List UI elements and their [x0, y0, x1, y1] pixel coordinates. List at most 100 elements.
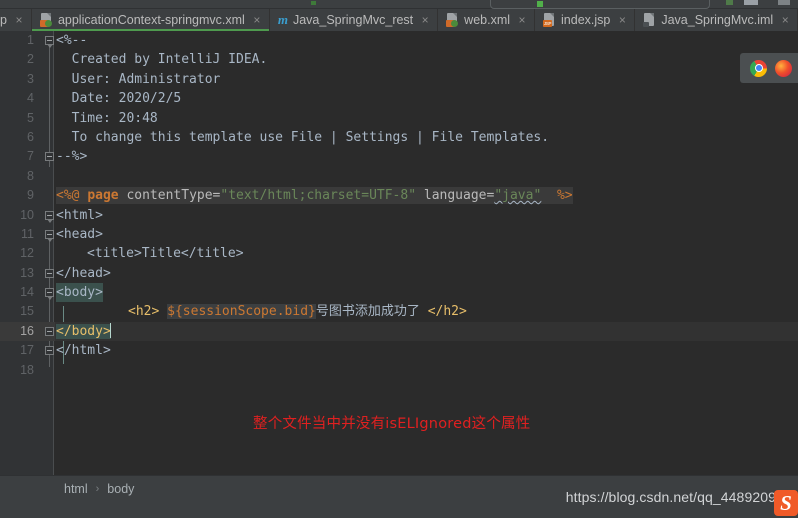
- line-number: 3: [27, 71, 34, 86]
- code-line-2: 2 Created by IntelliJ IDEA.: [0, 50, 798, 69]
- tab-web-xml[interactable]: web.xml ×: [438, 9, 536, 31]
- code-line-15: 15 <h2> ${sessionScope.bid}号图书添加成功了 </h2…: [0, 302, 798, 321]
- tab-index-jsp[interactable]: JSP index.jsp ×: [535, 9, 636, 31]
- firefox-icon[interactable]: [775, 59, 792, 77]
- line-content: <head>: [56, 226, 103, 242]
- tab-label: applicationContext-springmvc.xml: [57, 13, 245, 27]
- line-number: 17: [20, 343, 34, 358]
- fold-toggle-icon[interactable]: [45, 210, 54, 223]
- line-content: Time: 20:48: [56, 110, 158, 126]
- sogou-logo-icon: S: [774, 490, 798, 516]
- code-line-10: 10 <html>: [0, 206, 798, 225]
- line-number: 7: [27, 149, 34, 164]
- iml-file-icon: [643, 13, 656, 27]
- tab-java-springmvc-iml[interactable]: Java_SpringMvc.iml ×: [635, 9, 798, 31]
- breadcrumb-item-html[interactable]: html: [64, 482, 88, 496]
- tab-applicationcontext-springmvc-xml[interactable]: applicationContext-springmvc.xml ×: [31, 9, 270, 31]
- code-line-6: 6 To change this template use File | Set…: [0, 128, 798, 147]
- close-icon[interactable]: ×: [517, 14, 527, 26]
- run-button-icon[interactable]: [537, 1, 543, 7]
- tab-java-springmvc-rest[interactable]: m Java_SpringMvc_rest ×: [270, 9, 439, 31]
- code-line-14: 14 <body>: [0, 283, 798, 303]
- fold-toggle-icon[interactable]: [45, 326, 54, 336]
- line-number: 2: [27, 52, 34, 67]
- breadcrumb-item-body[interactable]: body: [107, 482, 134, 496]
- line-content: <body>: [56, 283, 103, 303]
- line-number: 10: [20, 207, 34, 222]
- line-number: 4: [27, 91, 34, 106]
- line-content: </head>: [56, 265, 111, 281]
- line-number: 9: [27, 188, 34, 203]
- code-editor[interactable]: 1 <%-- 2 Created by IntelliJ IDEA. 3 Use…: [0, 31, 798, 475]
- editor-tab-bar[interactable]: p × applicationContext-springmvc.xml × m…: [0, 9, 798, 31]
- xml-file-icon: [39, 13, 53, 27]
- line-content: <title>Title</title>: [87, 246, 244, 262]
- code-line-12: 12 <title>Title</title>: [0, 244, 798, 263]
- close-icon[interactable]: ×: [252, 14, 262, 26]
- toolbar-run-config-pill[interactable]: [490, 0, 710, 9]
- code-line-16: 16 </body>: [0, 321, 798, 342]
- close-icon[interactable]: ×: [617, 14, 627, 26]
- line-content: <html>: [56, 207, 103, 223]
- attr-language-value: "java": [494, 188, 542, 204]
- tab-clipped-left[interactable]: p ×: [0, 9, 32, 31]
- line-number: 6: [27, 129, 34, 144]
- tab-label: Java_SpringMvc.iml: [661, 13, 774, 27]
- h2-inner-text: 号图书添加成功了: [315, 304, 420, 320]
- line-content: To change this template use File | Setti…: [56, 129, 550, 145]
- line-number: 5: [27, 110, 34, 125]
- jsp-directive-keyword: page: [87, 188, 119, 204]
- line-content: User: Administrator: [56, 71, 221, 87]
- line-content: <h2> ${sessionScope.bid}号图书添加成功了 </h2>: [128, 302, 467, 321]
- code-line-18: 18: [0, 361, 798, 380]
- toolbar-chip-gray-icon: [744, 0, 758, 5]
- tab-label: web.xml: [464, 13, 511, 27]
- code-line-3: 3 User: Administrator: [0, 70, 798, 89]
- browser-preview-popup[interactable]: [740, 53, 798, 83]
- chevron-right-icon: ›: [95, 483, 100, 495]
- module-icon: m: [277, 12, 288, 27]
- close-icon[interactable]: ×: [420, 14, 430, 26]
- code-line-1: 1 <%--: [0, 31, 798, 50]
- toolbar-chip-green-icon: [726, 0, 733, 5]
- h2-close-tag: </h2>: [427, 304, 467, 320]
- tab-label: index.jsp: [561, 13, 611, 27]
- attr-contenttype-value: "text/html;charset=UTF-8": [220, 188, 417, 204]
- attr-language: language=: [423, 188, 495, 204]
- fold-toggle-icon[interactable]: [45, 268, 54, 278]
- close-icon[interactable]: ×: [14, 14, 24, 26]
- line-content: </html>: [56, 343, 111, 359]
- fold-toggle-icon[interactable]: [45, 36, 54, 48]
- fold-toggle-icon[interactable]: [45, 152, 54, 162]
- jsp-directive-close: %>: [556, 188, 573, 204]
- code-line-5: 5 Time: 20:48: [0, 109, 798, 128]
- line-content: --%>: [56, 149, 88, 165]
- line-number: 16: [20, 323, 34, 338]
- fold-toggle-icon[interactable]: [45, 229, 54, 242]
- text-caret: [109, 322, 111, 338]
- code-line-9: 9 <%@ page contentType="text/html;charse…: [0, 186, 798, 205]
- line-content: <%@ page contentType="text/html;charset=…: [56, 186, 573, 205]
- body-close-tag: </body>: [56, 323, 111, 339]
- line-number: 1: [27, 33, 34, 47]
- code-line-13: 13 </head>: [0, 264, 798, 283]
- line-content: </body>: [56, 322, 111, 341]
- h2-open-tag: <h2>: [128, 304, 160, 320]
- toolbar-strip: [0, 0, 798, 9]
- tab-label: p: [0, 13, 7, 27]
- red-annotation-text: 整个文件当中并没有isELIgnored这个属性: [253, 416, 531, 432]
- code-line-4: 4 Date: 2020/2/5: [0, 89, 798, 108]
- tab-label: Java_SpringMvc_rest: [292, 13, 414, 27]
- toolbar-green-marker-icon: [311, 1, 316, 5]
- code-line-11: 11 <head>: [0, 225, 798, 244]
- close-icon[interactable]: ×: [780, 14, 790, 26]
- line-number: 13: [20, 265, 34, 280]
- fold-toggle-icon[interactable]: [45, 346, 54, 356]
- el-expression: ${sessionScope.bid}: [167, 304, 316, 320]
- jsp-directive-open: <%@: [56, 188, 80, 204]
- code-line-17: 17 </html>: [0, 341, 798, 360]
- toolbar-chip-right-icon: [778, 0, 790, 5]
- fold-toggle-icon[interactable]: [45, 288, 54, 301]
- line-number: 18: [20, 362, 34, 377]
- chrome-icon[interactable]: [750, 59, 767, 77]
